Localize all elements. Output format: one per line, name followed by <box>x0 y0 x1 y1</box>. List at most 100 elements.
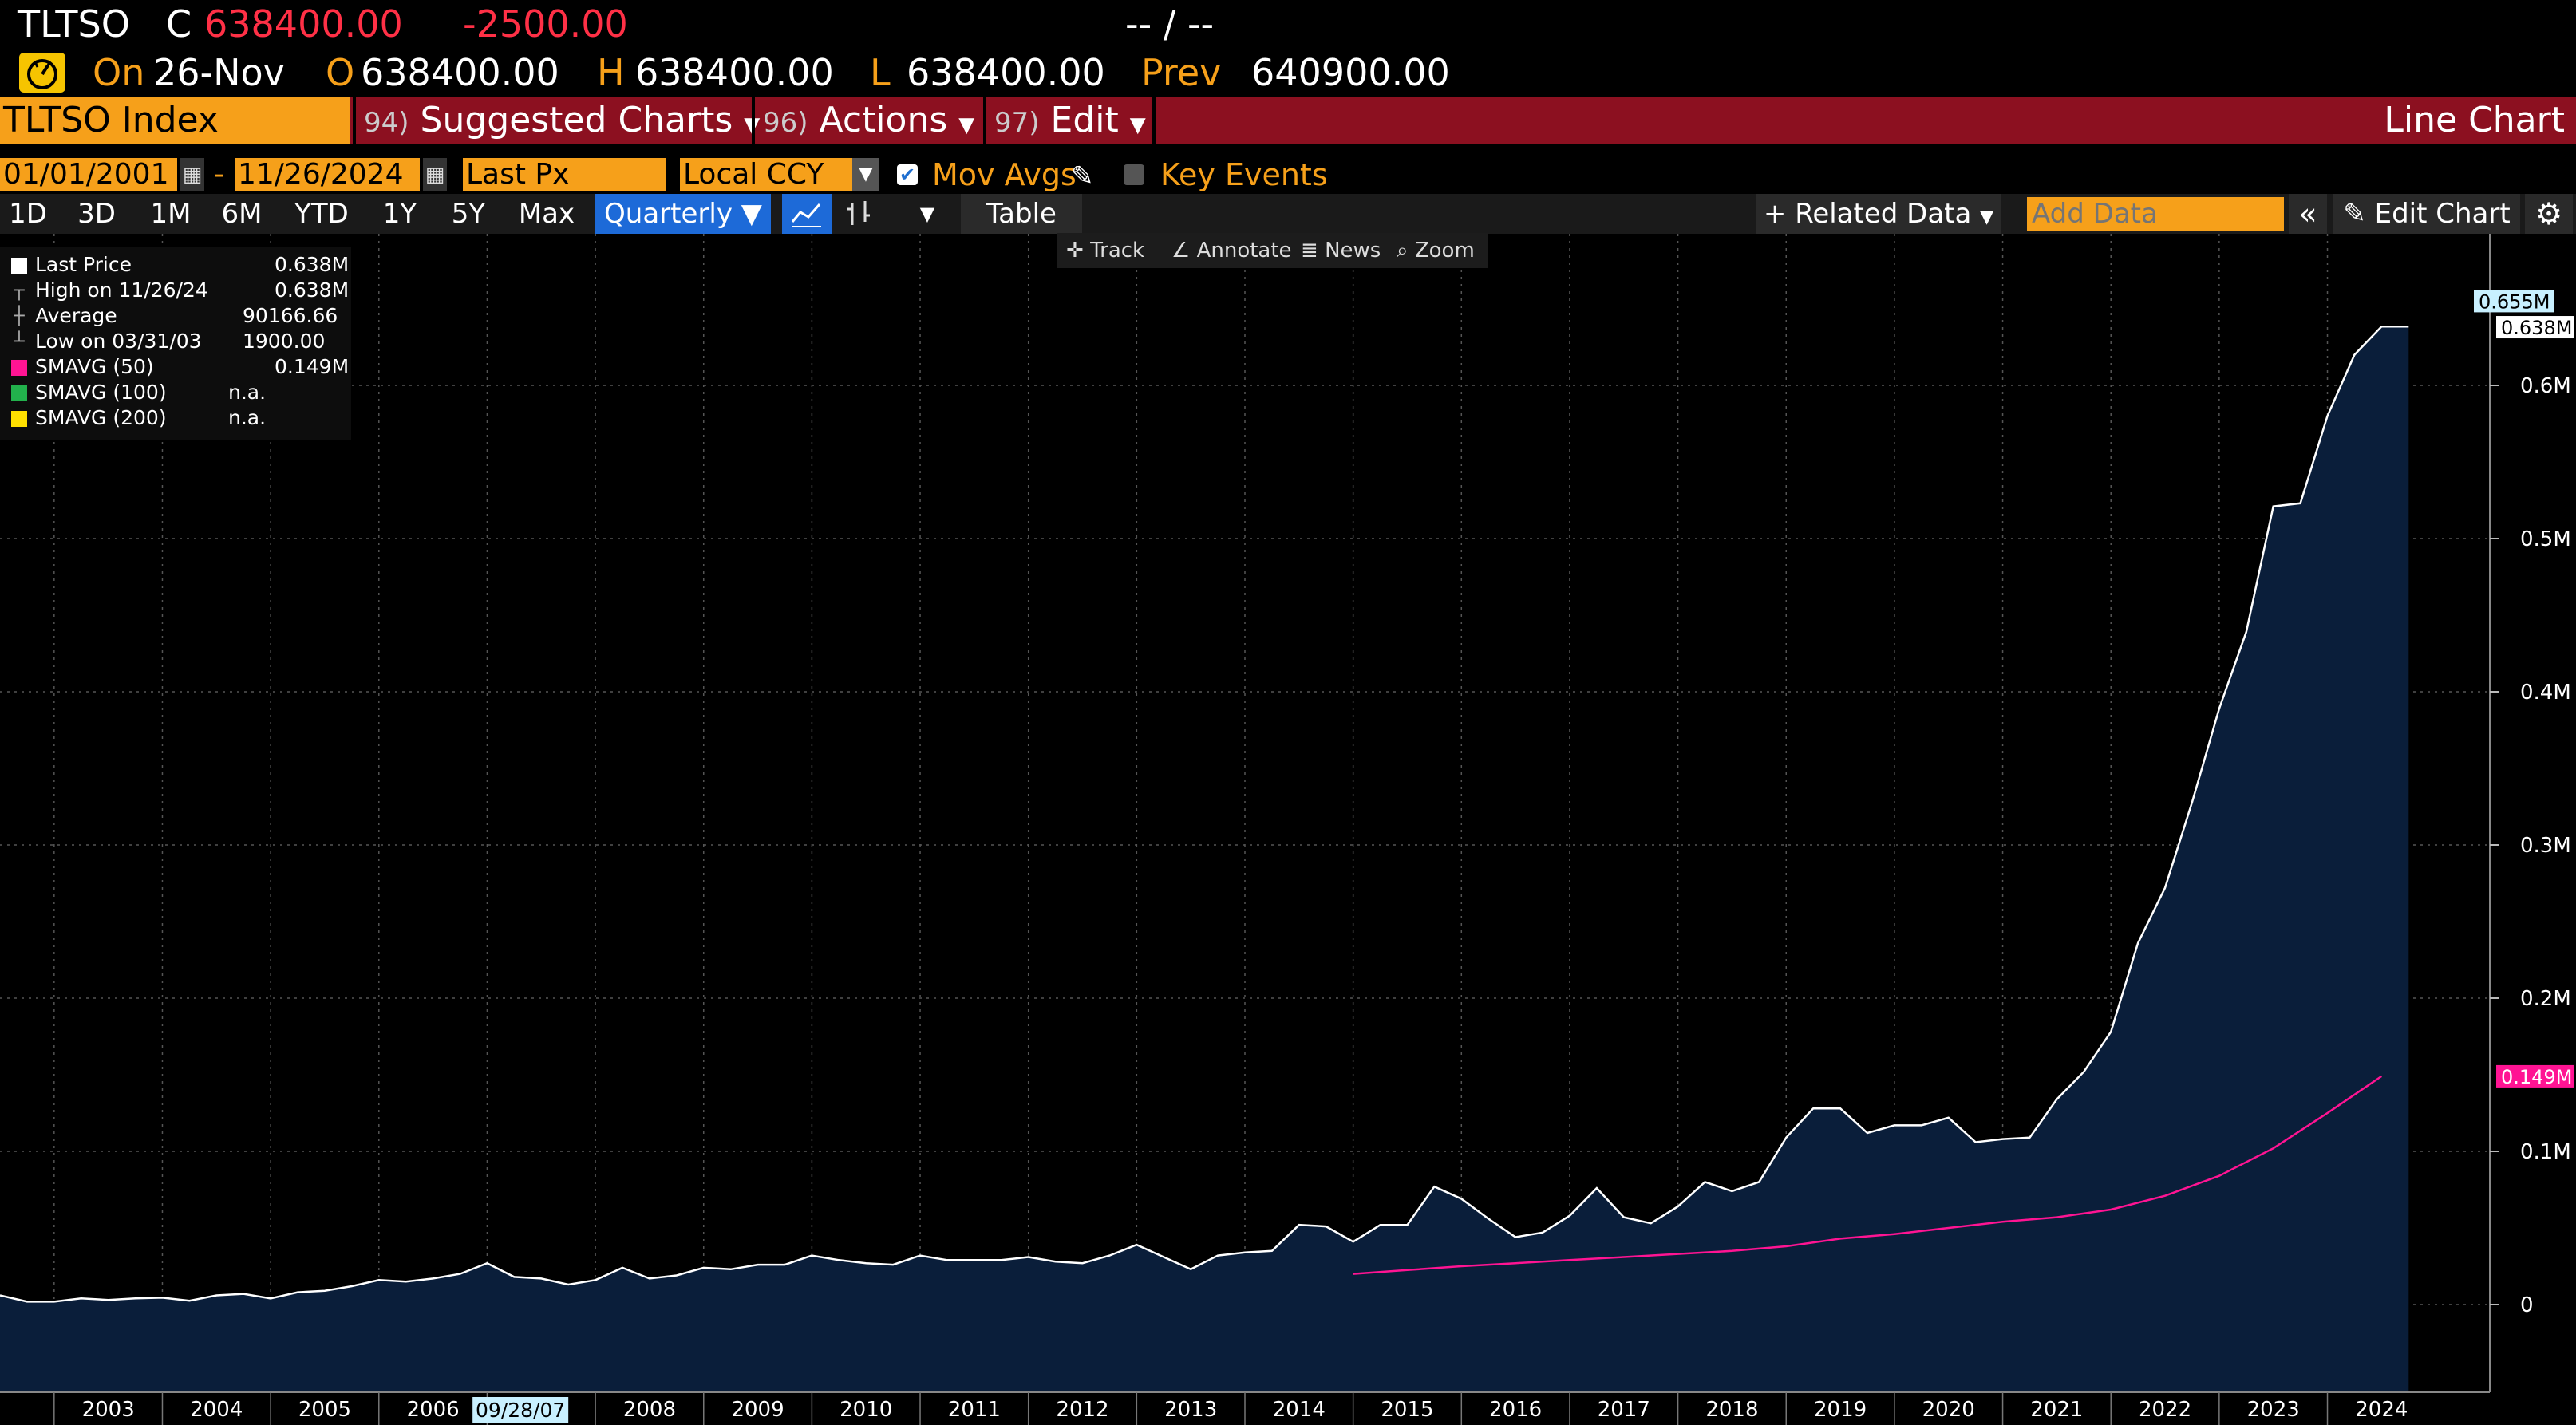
x-tick-label: 2023 <box>2247 1398 2300 1422</box>
x-tick-label: 2008 <box>623 1398 676 1422</box>
value-label: 0.638M <box>2501 317 2572 339</box>
calendar-icon[interactable]: ▦ <box>180 158 204 191</box>
prev-value: 640900.00 <box>1251 51 1450 94</box>
line-chart-icon[interactable] <box>782 194 832 234</box>
zoom-button[interactable]: ⌕ Zoom <box>1397 233 1475 268</box>
legend-row-low[interactable]: ┴ Low on 03/31/03 1900.00 <box>11 329 346 354</box>
legend-swatch <box>11 258 27 274</box>
legend-value: n.a. <box>228 406 267 429</box>
dropdown-arrow-icon: ▼ <box>1980 207 1994 227</box>
legend-row-smavg-100[interactable]: SMAVG (100) n.a. <box>11 380 346 405</box>
y-tick-label: 0.5M <box>2520 527 2571 551</box>
x-tick-label: 2006 <box>407 1398 460 1422</box>
open-label: O <box>326 51 355 94</box>
legend-label: Last Price <box>35 253 132 276</box>
edit-label: Edit <box>1050 100 1119 140</box>
table-button[interactable]: Table <box>961 194 1082 234</box>
edit-chart-button[interactable]: ✎ Edit Chart <box>2333 194 2520 234</box>
period-button[interactable]: Max <box>511 194 583 234</box>
legend-row-smavg-50[interactable]: SMAVG (50) 0.149M <box>11 354 350 380</box>
frequency-select[interactable]: Quarterly ▼ <box>595 194 771 234</box>
period-button[interactable]: YTD <box>287 194 356 234</box>
currency-select[interactable]: Local CCY <box>680 158 852 191</box>
x-tick-label: 2003 <box>82 1398 135 1422</box>
legend-swatch <box>11 385 27 401</box>
function-menu-bar: TLTSO Index 94) Suggested Charts ▼ 96) A… <box>0 97 2576 144</box>
open-value: 638400.00 <box>361 51 559 94</box>
price-field-select[interactable]: Last Px <box>463 158 666 191</box>
suggested-charts-menu[interactable]: 94) Suggested Charts ▼ <box>353 97 760 144</box>
edit-number: 97) <box>994 107 1040 139</box>
chart-type-label[interactable]: Line Chart <box>2384 97 2565 144</box>
legend-row-last-price[interactable]: Last Price 0.638M <box>11 252 350 278</box>
key-events-checkbox[interactable] <box>1124 164 1144 185</box>
x-tick-label: 2022 <box>2139 1398 2191 1422</box>
pencil-icon[interactable]: ✎ <box>1071 160 1094 193</box>
news-icon: ≣ <box>1301 239 1318 262</box>
zoom-label: Zoom <box>1414 239 1475 262</box>
frequency-label: Quarterly <box>604 198 733 230</box>
y-tick-label: 0.2M <box>2520 987 2571 1011</box>
ticker-symbol: TLTSO <box>18 2 130 45</box>
legend-label: High on 11/26/24 <box>35 278 208 302</box>
high-value: 638400.00 <box>635 51 834 94</box>
actions-menu[interactable]: 96) Actions ▼ <box>752 97 983 144</box>
x-tick-label: 2014 <box>1273 1398 1326 1422</box>
price-chart[interactable]: 0 0.1M 0.2M 0.3M 0.4M 0.5M 0.6M 0.655M 0.638M 0.1… <box>0 234 2576 1425</box>
period-button[interactable]: 5Y <box>441 194 496 234</box>
bar-chart-icon[interactable] <box>838 194 879 234</box>
chevron-down-icon[interactable]: ▼ <box>852 158 879 191</box>
chevron-down-icon[interactable]: ▼ <box>897 194 958 234</box>
period-button[interactable]: 6M <box>214 194 270 234</box>
period-button[interactable]: 1M <box>140 194 201 234</box>
chart-mini-toolbar: ✛ Track ∠ Annotate ≣ News ⌕ Zoom <box>1057 233 1488 268</box>
price-change: -2500.00 <box>463 2 628 45</box>
date-range-dash: - <box>214 158 224 191</box>
price-area <box>0 326 2409 1392</box>
double-chevron-left-icon[interactable]: « <box>2289 194 2327 234</box>
legend-value: n.a. <box>228 381 267 404</box>
track-button[interactable]: ✛ Track <box>1066 233 1144 268</box>
annotate-button[interactable]: ∠ Annotate <box>1171 233 1292 268</box>
crosshair-icon: ✛ <box>1066 239 1084 262</box>
prev-label: Prev <box>1141 51 1222 94</box>
suggested-charts-label: Suggested Charts <box>420 100 733 140</box>
legend-value: 0.149M <box>275 355 350 378</box>
add-data-input[interactable] <box>2027 197 2284 231</box>
period-toolbar: 1D 3D 1M 6M YTD 1Y 5Y Max Quarterly ▼ ▼ … <box>0 194 2576 234</box>
x-tick-label: 2021 <box>2030 1398 2083 1422</box>
period-button[interactable]: 3D <box>69 194 124 234</box>
x-tick-label: 2009 <box>731 1398 784 1422</box>
key-events-label[interactable]: Key Events <box>1160 158 1328 191</box>
mov-avgs-label[interactable]: Mov Avgs <box>932 158 1077 191</box>
y-tick-label: 0.4M <box>2520 681 2571 705</box>
x-tick-label: 2005 <box>298 1398 351 1422</box>
dropdown-arrow-icon: ▼ <box>958 113 975 137</box>
on-label: On <box>93 51 145 94</box>
annotate-label: Annotate <box>1196 239 1292 262</box>
legend-label: SMAVG (50) <box>35 355 154 378</box>
news-button[interactable]: ≣ News <box>1301 233 1381 268</box>
legend-value: 0.638M <box>275 253 350 276</box>
y-tick-label: 0.1M <box>2520 1140 2571 1164</box>
end-date-field[interactable]: 11/26/2024 <box>235 158 420 191</box>
start-date-field[interactable]: 01/01/2001 <box>0 158 177 191</box>
x-tick-label: 2011 <box>948 1398 1001 1422</box>
mov-avgs-checkbox[interactable]: ✔ <box>897 164 918 185</box>
edit-chart-label: Edit Chart <box>2374 198 2511 230</box>
legend-label: Low on 03/31/03 <box>35 330 202 353</box>
legend-row-average[interactable]: ┼ Average 90166.66 <box>11 303 346 329</box>
x-tick-label: 2024 <box>2355 1398 2408 1422</box>
gear-icon[interactable]: ⚙ <box>2525 194 2573 234</box>
legend-row-high[interactable]: ┬ High on 11/26/24 0.638M <box>11 278 350 303</box>
period-button[interactable]: 1Y <box>372 194 428 234</box>
period-button[interactable]: 1D <box>0 194 56 234</box>
related-data-button[interactable]: + Related Data ▼ <box>1756 194 2001 234</box>
legend-row-smavg-200[interactable]: SMAVG (200) n.a. <box>11 405 346 431</box>
x-tick-label: 2020 <box>1922 1398 1975 1422</box>
legend-value: 0.638M <box>275 278 350 302</box>
edit-menu[interactable]: 97) Edit ▼ <box>983 97 1156 144</box>
security-field[interactable]: TLTSO Index <box>0 97 350 144</box>
gauge-icon[interactable] <box>19 53 65 93</box>
calendar-icon[interactable]: ▦ <box>423 158 447 191</box>
